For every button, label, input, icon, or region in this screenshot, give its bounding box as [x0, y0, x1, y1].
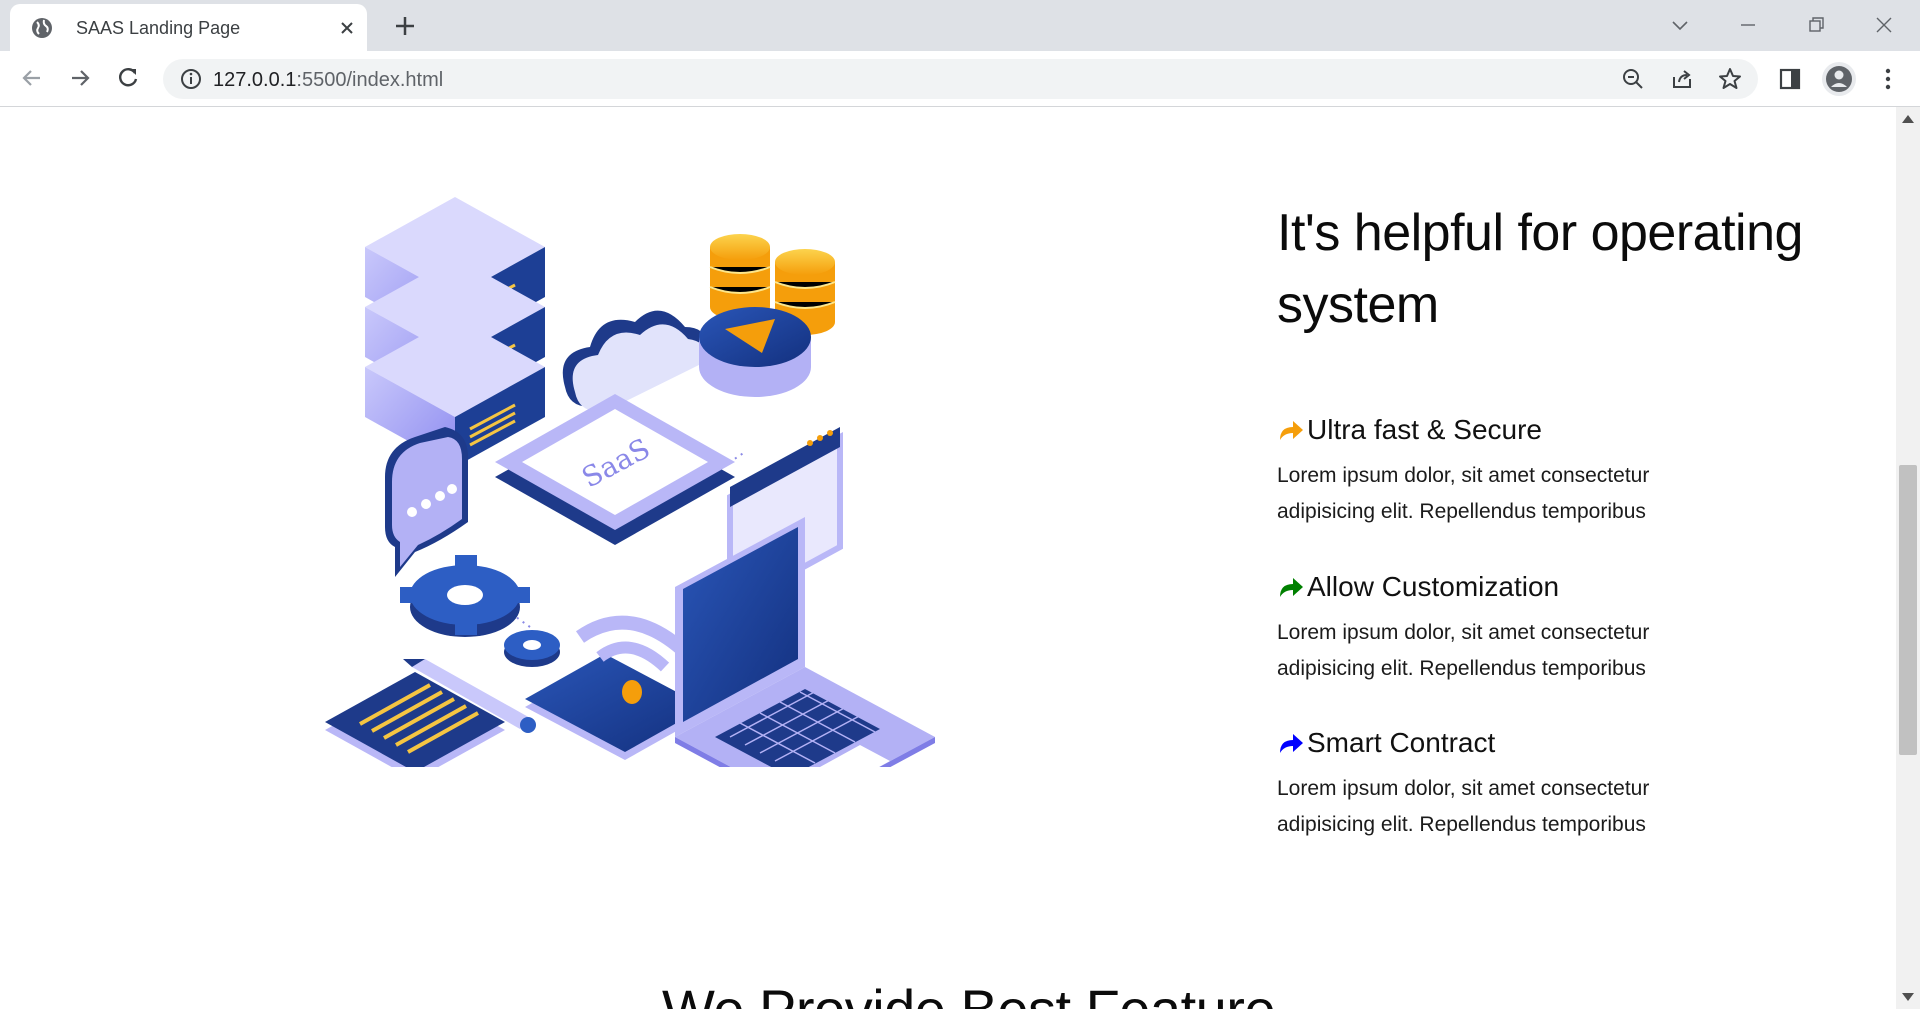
scroll-down-arrow-icon[interactable] — [1902, 993, 1914, 1001]
share-arrow-icon — [1280, 734, 1303, 753]
feature-title-text: Ultra fast & Secure — [1307, 414, 1542, 445]
reload-icon[interactable] — [114, 64, 142, 92]
page-viewport: SaaS It's helpful for operating system U… — [0, 107, 1896, 1009]
profile-avatar[interactable] — [1822, 62, 1856, 96]
close-window-icon[interactable] — [1869, 10, 1899, 40]
feature-title-text: Allow Customization — [1307, 571, 1560, 602]
minimize-icon[interactable] — [1733, 10, 1763, 40]
small-gear-icon — [504, 630, 560, 667]
next-section-title: We Provide Best Feature — [662, 977, 1276, 1009]
feature-title: Ultra fast & Secure — [1277, 410, 1717, 450]
info-icon[interactable] — [179, 67, 203, 91]
plus-icon[interactable] — [392, 13, 418, 39]
chat-bubble-icon — [385, 427, 468, 577]
share-icon[interactable] — [1668, 65, 1696, 93]
forward-arrow-icon[interactable] — [66, 64, 94, 92]
back-arrow-icon[interactable] — [18, 64, 46, 92]
notepad-icon — [325, 672, 505, 767]
browser-tab[interactable]: SAAS Landing Page — [10, 4, 367, 51]
share-arrow-icon — [1280, 421, 1303, 440]
zoom-out-icon[interactable] — [1619, 65, 1647, 93]
feature-item: Allow Customization Lorem ipsum dolor, s… — [1277, 567, 1717, 687]
feature-title: Smart Contract — [1277, 723, 1717, 763]
cloud-icon — [562, 310, 706, 411]
feature-description: Lorem ipsum dolor, sit amet consectetur … — [1277, 464, 1650, 523]
page-scrollbar[interactable] — [1896, 107, 1920, 1009]
feature-item: Smart Contract Lorem ipsum dolor, sit am… — [1277, 723, 1717, 843]
laptop-icon — [675, 517, 935, 767]
side-panel-icon[interactable] — [1776, 65, 1804, 93]
feature-title: Allow Customization — [1277, 567, 1717, 607]
url-path: :5500/index.html — [296, 69, 444, 91]
feature-description: Lorem ipsum dolor, sit amet consectetur … — [1277, 621, 1650, 680]
tab-strip: SAAS Landing Page — [0, 0, 1920, 51]
scroll-up-arrow-icon[interactable] — [1902, 115, 1914, 123]
restore-icon[interactable] — [1801, 10, 1831, 40]
url-text[interactable]: 127.0.0.1:5500/index.html — [213, 69, 443, 92]
tab-title: SAAS Landing Page — [76, 18, 241, 38]
feature-item: Ultra fast & Secure Lorem ipsum dolor, s… — [1277, 410, 1717, 530]
feature-title-text: Smart Contract — [1307, 727, 1496, 758]
chevron-down-icon[interactable] — [1665, 10, 1695, 40]
more-vert-icon[interactable] — [1874, 65, 1902, 93]
section-heading: It's helpful for operating system — [1277, 204, 1803, 334]
feature-description: Lorem ipsum dolor, sit amet consectetur … — [1277, 777, 1650, 836]
url-host: 127.0.0.1 — [213, 69, 297, 91]
person-icon — [1826, 66, 1852, 92]
browser-toolbar: 127.0.0.1:5500/index.html — [0, 51, 1920, 107]
star-icon[interactable] — [1716, 65, 1744, 93]
scroll-thumb[interactable] — [1899, 465, 1917, 755]
close-icon[interactable] — [336, 17, 358, 39]
gear-icon — [400, 555, 530, 637]
feature-content: It's helpful for operating system Ultra … — [1277, 197, 1877, 836]
saas-illustration: SaaS — [325, 197, 935, 767]
address-bar[interactable]: 127.0.0.1:5500/index.html — [163, 59, 1758, 99]
globe-icon — [32, 18, 52, 38]
server-stack-icon — [365, 197, 545, 467]
play-disk-icon — [699, 307, 811, 397]
share-arrow-icon — [1280, 578, 1303, 597]
